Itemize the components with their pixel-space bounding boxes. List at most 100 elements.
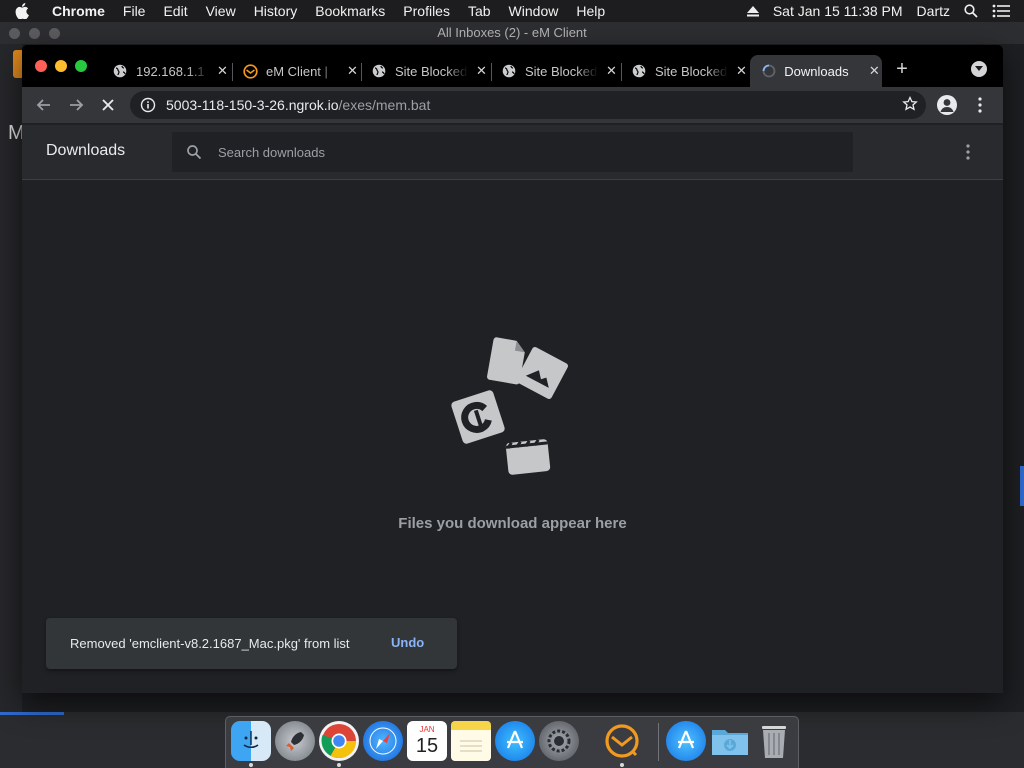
menu-app-name[interactable]: Chrome: [44, 0, 114, 22]
search-input[interactable]: [218, 144, 818, 160]
tab-strip: 192.168.1.1 ✕ eM Client | ✕ Site Blocked…: [22, 45, 1003, 87]
search-icon: [186, 144, 202, 160]
tab-downloads[interactable]: Downloads ✕: [750, 55, 882, 87]
tab-label: Site Blocked: [394, 63, 468, 79]
globe-icon: [632, 63, 647, 79]
applications-folder-icon[interactable]: [666, 721, 706, 761]
empty-state-message: Files you download appear here: [398, 515, 627, 532]
apple-menu-icon[interactable]: [0, 0, 44, 22]
menu-tab[interactable]: Tab: [459, 0, 500, 22]
close-icon[interactable]: ✕: [867, 63, 882, 79]
window-close-button[interactable]: [35, 60, 47, 72]
emclient-accent-bar: [13, 50, 22, 78]
emclient-running-dot: [620, 763, 624, 767]
notification-center-icon[interactable]: [992, 4, 1010, 18]
tab-label: Downloads: [784, 63, 849, 79]
empty-downloads-illustration: [451, 337, 568, 475]
tab-site-blocked-2[interactable]: Site Blocked ✕: [491, 55, 619, 87]
downloads-folder-icon[interactable]: [710, 721, 750, 761]
url-host: 5003-118-150-3-26.ngrok.io: [166, 97, 339, 113]
address-url[interactable]: 5003-118-150-3-26.ngrok.io/exes/mem.bat: [166, 97, 430, 113]
window-minimize-button[interactable]: [55, 60, 67, 72]
forward-button[interactable]: [64, 93, 88, 117]
eject-icon[interactable]: [746, 5, 759, 17]
emclient-selection-bar: [0, 712, 64, 715]
menu-profiles[interactable]: Profiles: [394, 0, 459, 22]
undo-button[interactable]: Undo: [391, 635, 424, 650]
url-path-rest: .bat: [407, 97, 431, 113]
app-store-icon[interactable]: [495, 721, 535, 761]
close-icon[interactable]: ✕: [474, 63, 489, 79]
menu-window[interactable]: Window: [500, 0, 568, 22]
address-bar[interactable]: 5003-118-150-3-26.ngrok.io/exes/mem.bat: [130, 91, 926, 119]
toast-message: Removed 'emclient-v8.2.1687_Mac.pkg' fro…: [70, 636, 350, 651]
tab-emclient[interactable]: eM Client | ✕: [232, 55, 360, 87]
spotlight-search-icon[interactable]: [964, 4, 978, 18]
notes-icon[interactable]: [451, 721, 491, 761]
menu-history[interactable]: History: [245, 0, 307, 22]
globe-icon: [372, 63, 387, 79]
dock: JAN 15: [225, 716, 799, 768]
finder-running-dot: [249, 763, 253, 767]
site-info-icon[interactable]: [140, 97, 156, 113]
new-tab-button[interactable]: +: [891, 58, 913, 80]
tab-label: Site Blocked: [654, 63, 728, 79]
stop-loading-button[interactable]: [96, 93, 120, 117]
menu-bookmarks[interactable]: Bookmarks: [306, 0, 394, 22]
browser-toolbar: 5003-118-150-3-26.ngrok.io/exes/mem.bat: [22, 87, 1003, 123]
menu-help[interactable]: Help: [567, 0, 614, 22]
chrome-icon[interactable]: [319, 721, 359, 761]
finder-icon[interactable]: [231, 721, 271, 761]
close-icon[interactable]: ✕: [215, 63, 230, 79]
back-button[interactable]: [32, 93, 56, 117]
bookmark-star-icon[interactable]: [902, 95, 918, 117]
emclient-window-title: All Inboxes (2) - eM Client: [0, 22, 1024, 44]
close-icon[interactable]: ✕: [604, 63, 619, 79]
page-title: Downloads: [46, 142, 126, 159]
downloads-more-actions-icon[interactable]: [960, 143, 976, 161]
chrome-menu-icon[interactable]: [972, 96, 988, 114]
audio-file-icon: [451, 390, 505, 444]
dock-separator: [658, 723, 659, 761]
tab-192-168[interactable]: 192.168.1.1 ✕: [102, 55, 230, 87]
downloads-header: Downloads: [22, 125, 1003, 180]
removed-toast: Removed 'emclient-v8.2.1687_Mac.pkg' fro…: [46, 618, 457, 669]
tab-search-button[interactable]: [971, 61, 987, 77]
launchpad-icon[interactable]: [275, 721, 315, 761]
window-zoom-button[interactable]: [75, 60, 87, 72]
emclient-minimize-dot[interactable]: [29, 28, 40, 39]
system-preferences-icon[interactable]: [539, 721, 579, 761]
calendar-icon[interactable]: JAN 15: [407, 721, 447, 761]
menubar-user[interactable]: Dartz: [917, 3, 950, 19]
close-icon[interactable]: ✕: [734, 63, 749, 79]
downloads-search-box[interactable]: [172, 132, 853, 172]
menu-edit[interactable]: Edit: [154, 0, 196, 22]
chrome-window: 192.168.1.1 ✕ eM Client | ✕ Site Blocked…: [22, 45, 1003, 693]
chrome-running-dot: [337, 763, 341, 767]
globe-icon: [502, 63, 517, 79]
menu-view[interactable]: View: [197, 0, 245, 22]
tab-label: eM Client |: [266, 63, 328, 79]
tab-site-blocked-3[interactable]: Site Blocked ✕: [621, 55, 749, 87]
emclient-icon: [243, 63, 258, 79]
tab-label: Site Blocked: [524, 63, 598, 79]
trash-icon[interactable]: [754, 721, 794, 761]
loading-spinner-icon: [761, 63, 776, 79]
emclient-zoom-dot[interactable]: [49, 28, 60, 39]
macos-menu-bar: Chrome File Edit View History Bookmarks …: [0, 0, 1024, 22]
downloads-list-area: Files you download appear here Removed '…: [22, 180, 1003, 693]
menu-file[interactable]: File: [114, 0, 155, 22]
profile-avatar-icon[interactable]: [937, 95, 957, 115]
close-icon[interactable]: ✕: [345, 63, 360, 79]
tab-label: 192.168.1.1: [135, 63, 205, 79]
emclient-close-dot[interactable]: [9, 28, 20, 39]
safari-icon[interactable]: [363, 721, 403, 761]
video-clapper-icon: [505, 439, 551, 475]
url-path: /exes/mem: [338, 97, 407, 113]
globe-icon: [113, 63, 128, 79]
tab-site-blocked-1[interactable]: Site Blocked ✕: [361, 55, 489, 87]
calendar-day: 15: [415, 735, 439, 757]
emclient-sidebar: M: [0, 44, 25, 712]
menubar-clock[interactable]: Sat Jan 15 11:38 PM: [773, 3, 903, 19]
emclient-dock-icon[interactable]: [602, 721, 642, 761]
